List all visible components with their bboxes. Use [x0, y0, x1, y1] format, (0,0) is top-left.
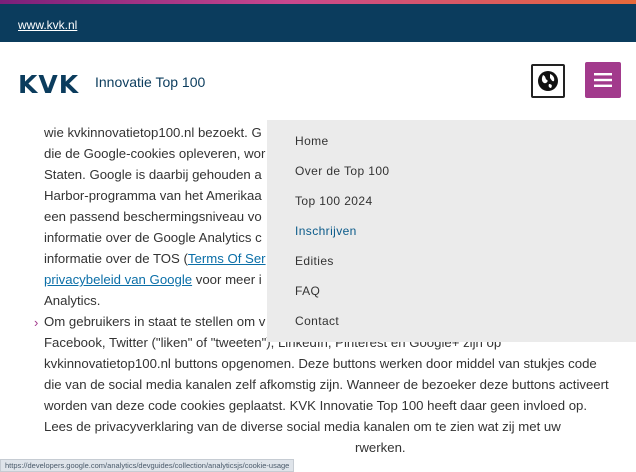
tos-link[interactable]: Terms Of Ser	[188, 251, 266, 266]
text-line: Analytics.	[44, 293, 101, 308]
nav-dropdown-menu: Home Over de Top 100 Top 100 2024 Inschr…	[267, 120, 636, 342]
text-line: informatie over de TOS (Terms Of Ser	[44, 251, 266, 266]
hamburger-icon	[594, 73, 612, 87]
menu-item-home[interactable]: Home	[295, 134, 329, 148]
menu-item-inschrijven[interactable]: Inschrijven	[295, 224, 357, 238]
chevron-right-icon: ›	[34, 315, 39, 330]
menu-item-top-100-2024[interactable]: Top 100 2024	[295, 194, 373, 208]
kvk-logo[interactable]: KVK	[18, 70, 79, 99]
globe-icon	[538, 71, 558, 91]
menu-item-edities[interactable]: Edities	[295, 254, 334, 268]
text-line: worden van deze code cookies geplaatst. …	[44, 398, 588, 413]
text-line: kvkinnovatietop100.nl buttons opgenomen.…	[44, 356, 597, 371]
text-line: privacybeleid van Google voor meer i	[44, 272, 262, 287]
site-subtitle: Innovatie Top 100	[95, 74, 206, 90]
text-line: Lees de privacyverklaring van de diverse…	[44, 419, 561, 434]
text-line: Staten. Google is daarbij gehouden a	[44, 167, 262, 182]
text-line: die van de social media kanalen zelf afk…	[44, 377, 609, 392]
privacy-policy-link[interactable]: privacybeleid van Google	[44, 272, 192, 287]
top-bar: www.kvk.nl	[0, 4, 636, 42]
text-line: die de Google-cookies opleveren, wor	[44, 146, 266, 161]
kvk-site-link[interactable]: www.kvk.nl	[18, 18, 77, 32]
text-line: wie kvkinnovatietop100.nl bezoekt. G	[44, 125, 262, 140]
text-fragment: voor meer i	[192, 272, 262, 287]
text-line: Om gebruikers in staat te stellen om v	[44, 314, 266, 329]
text-fragment: informatie over de TOS (	[44, 251, 188, 266]
menu-item-over-de-top-100[interactable]: Over de Top 100	[295, 164, 390, 178]
site-header: KVK Innovatie Top 100	[0, 42, 636, 120]
menu-item-faq[interactable]: FAQ	[295, 284, 320, 298]
text-line: informatie over de Google Analytics c	[44, 230, 262, 245]
menu-item-contact[interactable]: Contact	[295, 314, 339, 328]
text-line: Harbor-programma van het Amerikaa	[44, 188, 262, 203]
menu-button[interactable]	[585, 62, 621, 98]
text-line: een passend beschermingsniveau vo	[44, 209, 262, 224]
text-line: rwerken.	[355, 440, 406, 455]
language-button[interactable]	[531, 64, 565, 98]
browser-status-url: https://developers.google.com/analytics/…	[0, 459, 295, 472]
